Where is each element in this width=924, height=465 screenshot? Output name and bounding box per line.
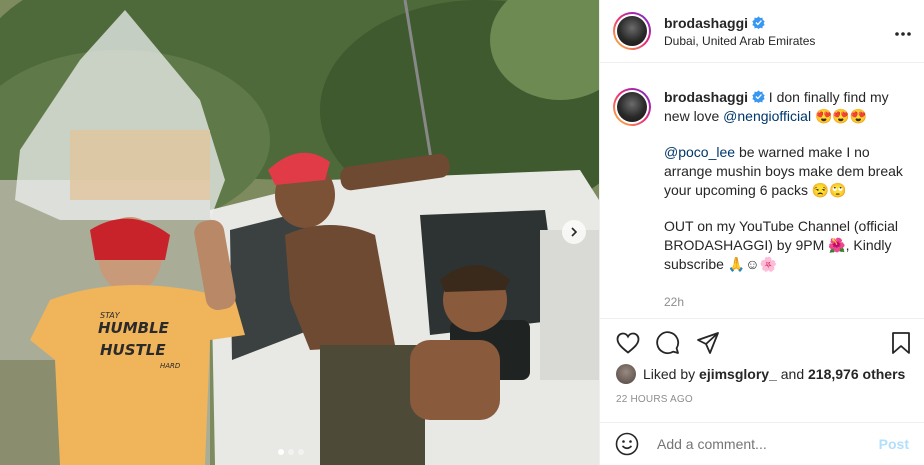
comment-bar: Post (600, 422, 924, 465)
chevron-right-icon (571, 227, 578, 237)
location-link[interactable]: Dubai, United Arab Emirates (664, 34, 894, 48)
liker-username[interactable]: ejimsglory_ (699, 366, 777, 382)
caption: brodashaggi I don finally find my new lo… (600, 63, 924, 312)
heart-icon (616, 332, 640, 354)
carousel-dot-active (278, 449, 284, 455)
post-panel: brodashaggi Dubai, United Arab Emirates … (599, 0, 924, 465)
paper-plane-icon (697, 331, 719, 354)
post-photo[interactable]: STAY HUMBLE HUSTLE HARD (0, 0, 599, 465)
username-link[interactable]: brodashaggi (664, 15, 748, 31)
comment-input[interactable] (655, 435, 879, 453)
likes-count[interactable]: 218,976 others (808, 366, 905, 382)
verified-badge-icon (752, 90, 765, 103)
emoji-smile-icon[interactable] (615, 432, 639, 456)
carousel-dot (298, 449, 304, 455)
emoji: 🌺 (828, 237, 846, 253)
carousel-indicator (278, 449, 304, 455)
likes-summary: Liked by ejimsglory_ and 218,976 others (616, 364, 905, 384)
mention-link[interactable]: @nengiofficial (723, 108, 811, 124)
mention-link[interactable]: @poco_lee (664, 144, 735, 160)
post-header: brodashaggi Dubai, United Arab Emirates (600, 0, 924, 63)
caption-paragraph-3: OUT on my YouTube Channel (official BROD… (664, 217, 908, 274)
emoji: 😍😍😍 (814, 108, 868, 124)
shirt-text-hard: HARD (160, 362, 181, 370)
emoji: 😒🙄 (811, 182, 847, 198)
action-bar (600, 318, 924, 366)
post-comment-button[interactable]: Post (879, 436, 909, 452)
emoji: 🙏☺🌸 (727, 256, 777, 272)
more-options-icon[interactable] (894, 21, 912, 42)
caption-timestamp[interactable]: 22h (664, 293, 908, 312)
verified-badge-icon (752, 16, 765, 29)
shirt-text-humble: HUMBLE (98, 319, 170, 337)
carousel-dot (288, 449, 294, 455)
caption-avatar[interactable] (613, 88, 651, 126)
post-timestamp[interactable]: 22 HOURS AGO (616, 394, 693, 405)
comment-icon (656, 330, 680, 354)
share-button[interactable] (694, 329, 722, 357)
like-button[interactable] (614, 329, 642, 357)
bookmark-icon (892, 331, 910, 354)
next-photo-button[interactable] (562, 220, 586, 244)
avatar-image (617, 16, 647, 46)
comment-button[interactable] (654, 329, 682, 357)
caption-paragraph-2: @poco_lee be warned make I no arrange mu… (664, 143, 908, 200)
avatar-image (617, 92, 647, 122)
save-button[interactable] (887, 329, 915, 357)
caption-paragraph-1: brodashaggi I don finally find my new lo… (664, 88, 908, 126)
liker-avatar[interactable] (616, 364, 636, 384)
caption-username[interactable]: brodashaggi (664, 89, 748, 105)
likes-prefix: Liked by (643, 366, 696, 382)
likes-and: and (780, 366, 805, 382)
photo-illustration: STAY HUMBLE HUSTLE HARD (0, 0, 599, 465)
avatar[interactable] (613, 12, 651, 50)
shirt-text-hustle: HUSTLE (100, 341, 166, 359)
